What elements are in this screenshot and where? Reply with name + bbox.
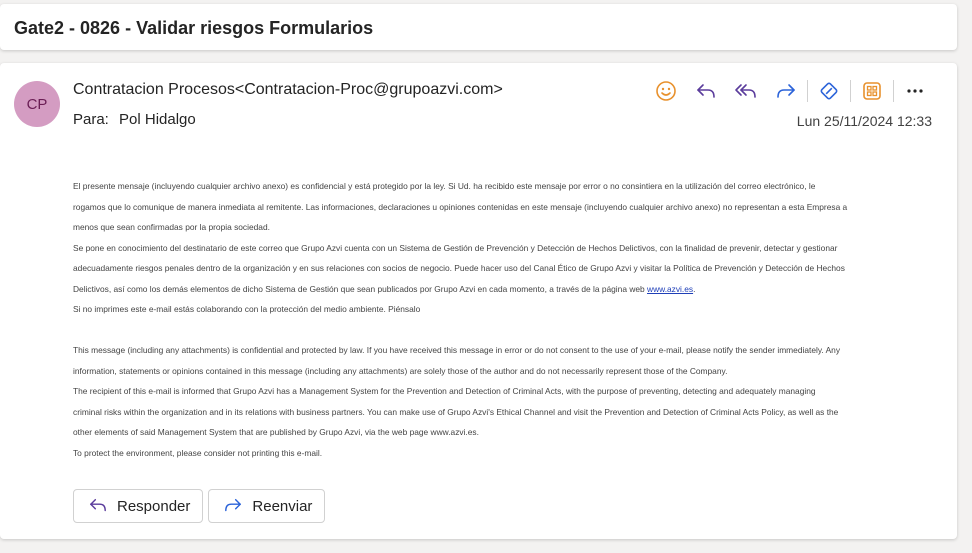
to-label: Para: [73,111,109,128]
avatar[interactable]: CP [14,81,60,127]
body-line-en: information, statements or opinions cont… [73,365,728,376]
body-line-text: Delictivos, así como los demás elementos… [73,283,648,294]
reply-icon [90,498,106,512]
smiley-icon[interactable] [646,77,686,105]
body-line-suffix: . [693,283,696,294]
subject-header: Gate2 - 0826 - Validar riesgos Formulari… [0,4,957,50]
forward-icon [225,498,242,512]
apps-icon[interactable] [852,77,892,105]
body-line-en: The recipient of this e-mail is informed… [73,386,816,396]
body-line-en: other elements of said Management System… [73,427,479,437]
sender[interactable]: Contratacion Procesos<Contratacion-Proc@… [73,81,503,99]
body-line: adecuadamente riesgos penales dentro de … [73,263,845,273]
body-line: El presente mensaje (incluyendo cualquie… [73,181,816,191]
body-line-en: This message (including any attachments)… [73,345,841,355]
loop-icon[interactable] [809,77,849,105]
forward-button-label: Reenviar [252,497,313,515]
reply-all-icon[interactable] [726,77,766,105]
message-toolbar [646,77,935,105]
quick-actions: Responder Reenviar [73,489,326,523]
reply-icon[interactable] [686,77,726,105]
body-line-en: criminal risks within the organization a… [73,406,839,417]
azvi-link[interactable]: www.azvi.es [647,284,693,294]
toolbar-divider [850,80,851,102]
toolbar-divider [893,80,894,102]
reply-button[interactable]: Responder [73,489,204,523]
body-line-en: To protect the environment, please consi… [73,447,323,458]
forward-button[interactable]: Reenviar [208,489,326,523]
subject-title: Gate2 - 0826 - Validar riesgos Formulari… [14,18,374,38]
sent-date: Lun 25/11/2024 12:33 [796,113,932,129]
message-card: CP Contratacion Procesos<Contratacion-Pr… [0,63,957,539]
body-line: Delictivos, así como los demás elementos… [73,279,935,300]
body-line: menos que sean confirmadas por la propia… [73,222,270,232]
reply-button-label: Responder [117,497,191,515]
toolbar-divider [807,80,808,102]
message-body: El presente mensaje (incluyendo cualquie… [73,176,935,463]
body-line: Se pone en conocimiento del destinatario… [73,242,838,253]
body-line: Si no imprimes este e-mail estás colabor… [73,304,421,314]
recipients: Para: Pol Hidalgo [73,111,196,128]
more-icon[interactable] [895,77,935,105]
body-line: rogamos que lo comunique de manera inmed… [73,201,848,212]
forward-icon[interactable] [766,77,806,105]
recipient-name[interactable]: Pol Hidalgo [119,111,196,128]
